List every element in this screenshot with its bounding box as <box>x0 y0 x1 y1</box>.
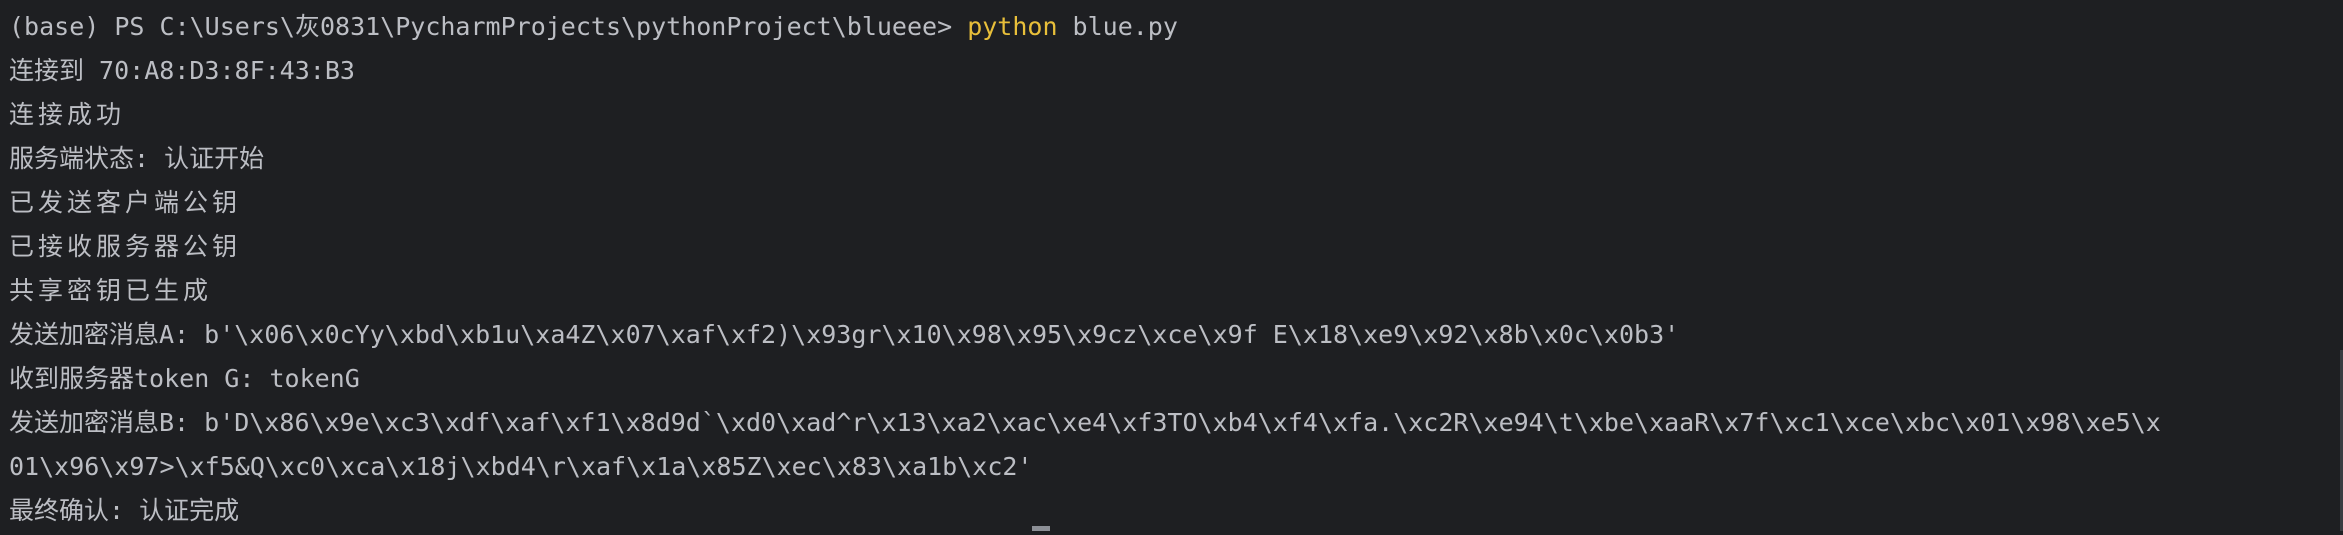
terminal-lines: (base) PS C:\Users\灰0831\PycharmProjects… <box>9 7 2339 535</box>
command-args: blue.py <box>1057 12 1178 41</box>
output-line: 发送加密消息B: b'D\x86\x9e\xc3\xdf\xaf\xf1\x8d… <box>9 408 2161 437</box>
output-line: 连接成功 <box>9 100 126 129</box>
output-line: 连接到 70:A8:D3:8F:43:B3 <box>9 56 355 85</box>
output-line: 共享密钥已生成 <box>9 276 213 305</box>
output-line: 收到服务器token G: tokenG <box>9 364 360 393</box>
output-line: 已接收服务器公钥 <box>9 232 242 261</box>
terminal-output[interactable]: (base) PS C:\Users\灰0831\PycharmProjects… <box>0 0 2343 531</box>
command-name: python <box>967 12 1058 41</box>
output-line: 已发送客户端公钥 <box>9 188 242 217</box>
text-cursor <box>1032 526 1050 531</box>
output-line: 服务端状态: 认证开始 <box>9 144 265 173</box>
output-line: 最终确认: 认证完成 <box>9 496 240 525</box>
output-line-wrapped: 01\x96\x97>\xf5&Q\xc0\xca\x18j\xbd4\r\xa… <box>9 452 1033 481</box>
prompt-text: (base) PS C:\Users\灰0831\PycharmProjects… <box>9 12 968 41</box>
prompt-line: (base) PS C:\Users\灰0831\PycharmProjects… <box>9 7 2339 51</box>
output-line: 发送加密消息A: b'\x06\x0cYy\xbd\xb1u\xa4Z\x07\… <box>9 320 1680 349</box>
